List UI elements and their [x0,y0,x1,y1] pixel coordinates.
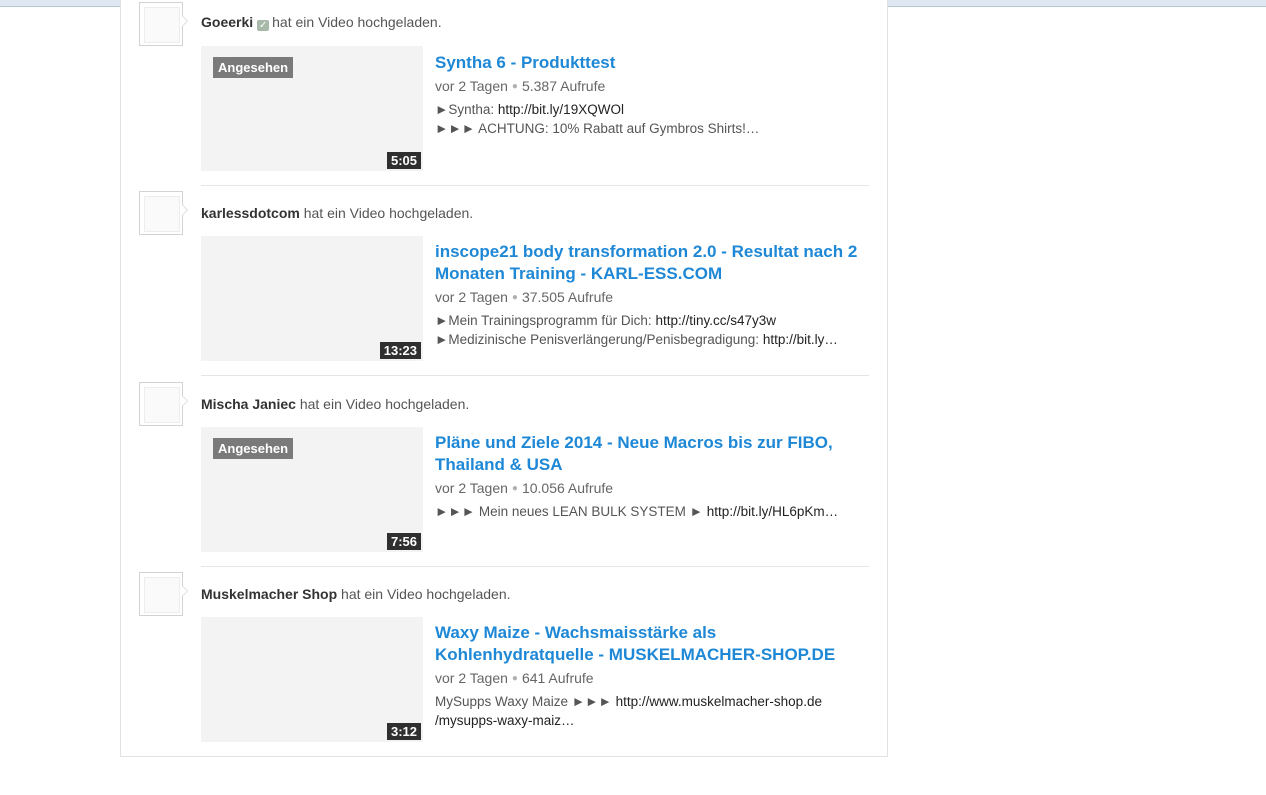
description-link[interactable]: http://www.muskelmacher-shop.de [616,694,822,709]
video-description-line: ►Medizinische Penisverlängerung/Penisbeg… [435,330,865,349]
video-description-line: ►Mein Trainingsprogramm für Dich: http:/… [435,311,865,330]
channel-avatar[interactable] [139,382,188,426]
description-text: ►Syntha: [435,102,498,117]
video-title-line: Thailand & USA [435,455,563,474]
video-duration: 13:23 [379,342,421,359]
channel-name-link[interactable]: Goeerki [201,14,253,30]
description-text: ►Mein Trainingsprogramm für Dich: [435,313,656,328]
channel-name-link[interactable]: karlessdotcom [201,205,300,221]
video-description-line: /mysupps-waxy-maiz… [435,711,865,730]
description-link[interactable]: http://bit.ly… [763,332,838,347]
video-description-line: ►►► ACHTUNG: 10% Rabatt auf Gymbros Shir… [435,119,865,138]
description-text: ►►► Mein neues LEAN BULK SYSTEM ► [435,504,707,519]
upload-action-text: hat ein Video hochgeladen. [303,205,474,221]
video-meta: vor 2 Tagen ● 641 Aufrufe [435,669,865,688]
video-info: Syntha 6 - Produkttest vor 2 Tagen ● 5.387… [435,52,865,138]
watched-badge: Angesehen [213,57,294,78]
channel-avatar[interactable] [139,2,188,46]
upload-action-text: hat ein Video hochgeladen. [299,396,470,412]
feed-item-header: Mischa Janiec hat ein Video hochgeladen. [201,396,469,412]
video-views: 10.056 Aufrufe [521,480,614,496]
video-title-line: Kohlenhydratquelle - MUSKELMACHER-SHOP.D… [435,645,836,664]
video-info: Pläne und Ziele 2014 - Neue Macros bis z… [435,432,865,521]
description-text: ►Medizinische Penisverlängerung/Penisbeg… [435,332,763,347]
video-title-line: Monaten Training - KARL-ESS.COM [435,264,723,283]
video-meta: vor 2 Tagen ● 5.387 Aufrufe [435,77,865,96]
description-link[interactable]: /mysupps-waxy-maiz… [435,713,575,728]
video-duration: 5:05 [386,152,421,169]
video-title-link[interactable]: inscope21 body transformation 2.0 - Resu… [435,241,865,285]
video-age: vor 2 Tagen [435,289,508,305]
video-age: vor 2 Tagen [435,480,508,496]
watched-badge: Angesehen [213,438,294,459]
feed-divider [201,185,869,186]
verified-check-icon: ✓ [257,20,270,31]
channel-name-link[interactable]: Muskelmacher Shop [201,586,337,602]
video-views: 641 Aufrufe [521,670,594,686]
video-thumbnail[interactable]: Angesehen 7:56 [201,427,423,552]
activity-feed: Goeerki ✓ hat ein Video hochgeladen. Anges… [120,0,888,757]
meta-separator-dot-icon: ● [511,292,518,303]
avatar-image [144,577,180,613]
description-link[interactable]: http://bit.ly/HL6pKm… [707,504,838,519]
video-meta: vor 2 Tagen ● 37.505 Aufrufe [435,288,865,307]
video-description-line: ►►► Mein neues LEAN BULK SYSTEM ► http:/… [435,502,865,521]
video-duration: 7:56 [386,533,421,550]
video-title-link[interactable]: Syntha 6 - Produkttest [435,52,865,74]
description-text: MySupps Waxy Maize ►►► [435,694,616,709]
video-info: inscope21 body transformation 2.0 - Resu… [435,241,865,349]
feed-item-header: Goeerki ✓ hat ein Video hochgeladen. [201,14,442,31]
video-thumbnail[interactable]: 3:12 [201,617,423,742]
video-views: 5.387 Aufrufe [521,78,606,94]
description-link[interactable]: http://bit.ly/19XQWOl [498,102,624,117]
meta-separator-dot-icon: ● [511,483,518,494]
video-title-link[interactable]: Pläne und Ziele 2014 - Neue Macros bis z… [435,432,865,476]
description-link[interactable]: http://tiny.cc/s47y3w [655,313,776,328]
channel-avatar[interactable] [139,572,188,616]
video-description-line: MySupps Waxy Maize ►►► http://www.muskel… [435,692,865,711]
feed-item-header: karlessdotcom hat ein Video hochgeladen. [201,205,473,221]
upload-action-text: hat ein Video hochgeladen. [272,14,442,30]
video-description-line: ►Syntha: http://bit.ly/19XQWOl [435,100,865,119]
feed-divider [201,566,869,567]
video-title-line: Waxy Maize - Wachsmaisstärke als [435,623,717,642]
video-age: vor 2 Tagen [435,78,508,94]
upload-action-text: hat ein Video hochgeladen. [341,586,511,602]
video-views: 37.505 Aufrufe [521,289,614,305]
video-thumbnail[interactable]: Angesehen 5:05 [201,46,423,171]
meta-separator-dot-icon: ● [511,673,518,684]
video-thumbnail[interactable]: 13:23 [201,236,423,361]
video-title-line: Pläne und Ziele 2014 - Neue Macros bis z… [435,433,833,452]
feed-item-header: Muskelmacher Shop hat ein Video hochgela… [201,586,511,602]
avatar-image [144,387,180,423]
video-info: Waxy Maize - Wachsmaisstärke als Kohlenhy… [435,622,865,730]
avatar-image [144,7,180,43]
channel-avatar[interactable] [139,191,188,235]
video-age: vor 2 Tagen [435,670,508,686]
description-text: ►►► ACHTUNG: 10% Rabatt auf Gymbros Shir… [435,121,760,136]
meta-separator-dot-icon: ● [511,81,518,92]
video-meta: vor 2 Tagen ● 10.056 Aufrufe [435,479,865,498]
avatar-image [144,196,180,232]
video-title-line: inscope21 body transformation 2.0 - Resu… [435,242,858,261]
feed-divider [201,375,869,376]
video-title-link[interactable]: Waxy Maize - Wachsmaisstärke als Kohlenhy… [435,622,865,666]
video-title-line: Syntha 6 - Produkttest [435,53,616,72]
video-duration: 3:12 [386,723,421,740]
channel-name-link[interactable]: Mischa Janiec [201,396,296,412]
